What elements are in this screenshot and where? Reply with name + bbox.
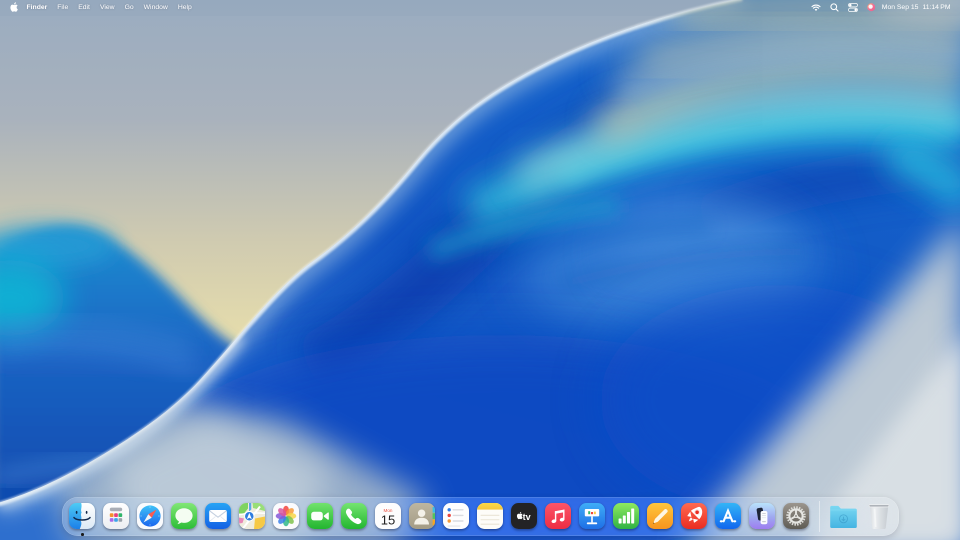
svg-text:15: 15 bbox=[381, 513, 395, 528]
svg-text:tv: tv bbox=[523, 512, 531, 522]
